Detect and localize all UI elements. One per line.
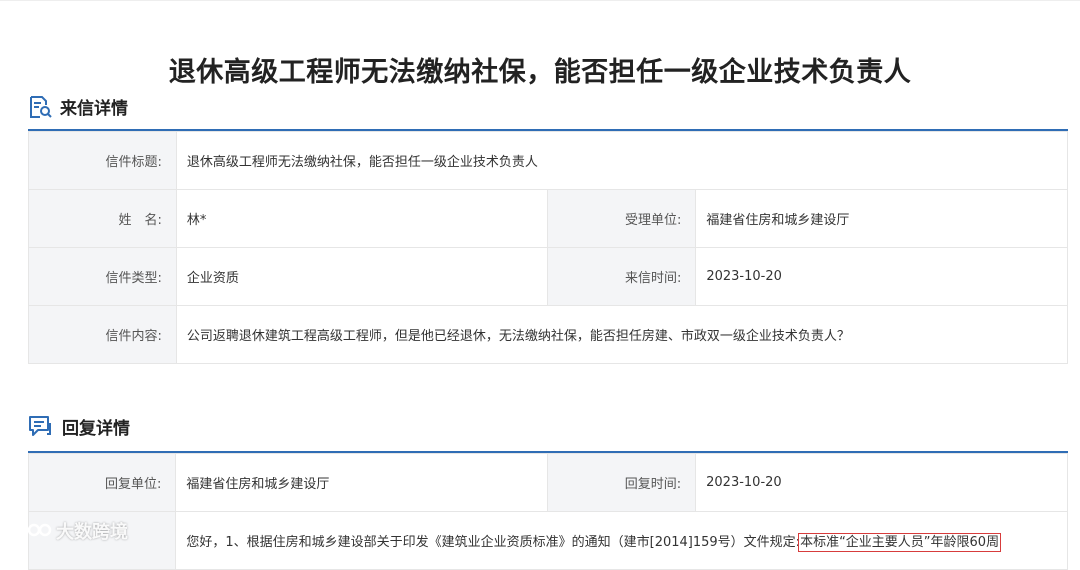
reply-content-highlight: 本标准“企业主要人员”年龄限60周 xyxy=(798,533,1002,552)
reply-unit-value: 福建省住房和城乡建设厅 xyxy=(175,453,549,512)
reply-date-label: 回复时间: xyxy=(547,453,697,512)
date-label: 来信时间: xyxy=(547,247,697,306)
top-divider xyxy=(0,0,1080,1)
table-row: 回复单位: 福建省住房和城乡建设厅 回复时间: 2023-10-20 xyxy=(27,453,1068,512)
table-row: 信件内容: 公司返聘退休建筑工程高级工程师，但是他已经退休，无法缴纳社保，能否担… xyxy=(28,305,1069,364)
reply-date-value: 2023-10-20 xyxy=(695,453,1068,512)
watermark-logo-icon xyxy=(9,522,52,540)
unit-value: 福建省住房和城乡建设厅 xyxy=(695,189,1068,248)
type-label: 信件类型: xyxy=(28,247,177,306)
chat-reply-icon xyxy=(29,415,51,436)
content-value: 公司返聘退休建筑工程高级工程师，但是他已经退休，无法缴纳社保，能否担任房建、市政… xyxy=(175,305,1069,364)
letter-details-table: 信件标题: 退休高级工程师无法缴纳社保，能否担任一级企业技术负责人 姓 名: 林… xyxy=(28,131,1069,364)
subject-label: 信件标题: xyxy=(28,131,177,190)
reply-details-table: 回复单位: 福建省住房和城乡建设厅 回复时间: 2023-10-20 您好，1、… xyxy=(27,453,1068,570)
letter-section-title: 来信详情 xyxy=(60,99,128,119)
date-value: 2023-10-20 xyxy=(695,247,1068,306)
reply-section-header: 回复详情 xyxy=(28,414,130,439)
document-search-icon xyxy=(30,95,52,118)
reply-content-cell: 您好，1、根据住房和城乡建设部关于印发《建筑业企业资质标准》的通知（建市[201… xyxy=(175,511,1068,570)
table-row: 姓 名: 林* 受理单位: 福建省住房和城乡建设厅 xyxy=(28,189,1068,248)
content-label: 信件内容: xyxy=(28,305,177,364)
type-value: 企业资质 xyxy=(175,247,549,306)
reply-unit-label: 回复单位: xyxy=(27,453,177,512)
name-label: 姓 名: xyxy=(28,189,177,248)
reply-content-text: 您好，1、根据住房和城乡建设部关于印发《建筑业企业资质标准》的通知（建市[201… xyxy=(186,535,801,550)
name-value: 林* xyxy=(175,189,549,248)
reply-section-title: 回复详情 xyxy=(62,419,130,439)
letter-section-header: 来信详情 xyxy=(28,94,128,119)
unit-label: 受理单位: xyxy=(547,189,697,248)
table-row: 信件标题: 退休高级工程师无法缴纳社保，能否担任一级企业技术负责人 xyxy=(28,131,1069,190)
table-row: 信件类型: 企业资质 来信时间: 2023-10-20 xyxy=(28,247,1068,306)
page-title: 退休高级工程师无法缴纳社保，能否担任一级企业技术负责人 xyxy=(168,57,912,88)
watermark: 大数跨境 xyxy=(8,518,128,544)
table-row: 您好，1、根据住房和城乡建设部关于印发《建筑业企业资质标准》的通知（建市[201… xyxy=(27,511,1068,570)
subject-value: 退休高级工程师无法缴纳社保，能否担任一级企业技术负责人 xyxy=(175,131,1069,190)
watermark-text: 大数跨境 xyxy=(56,522,128,543)
